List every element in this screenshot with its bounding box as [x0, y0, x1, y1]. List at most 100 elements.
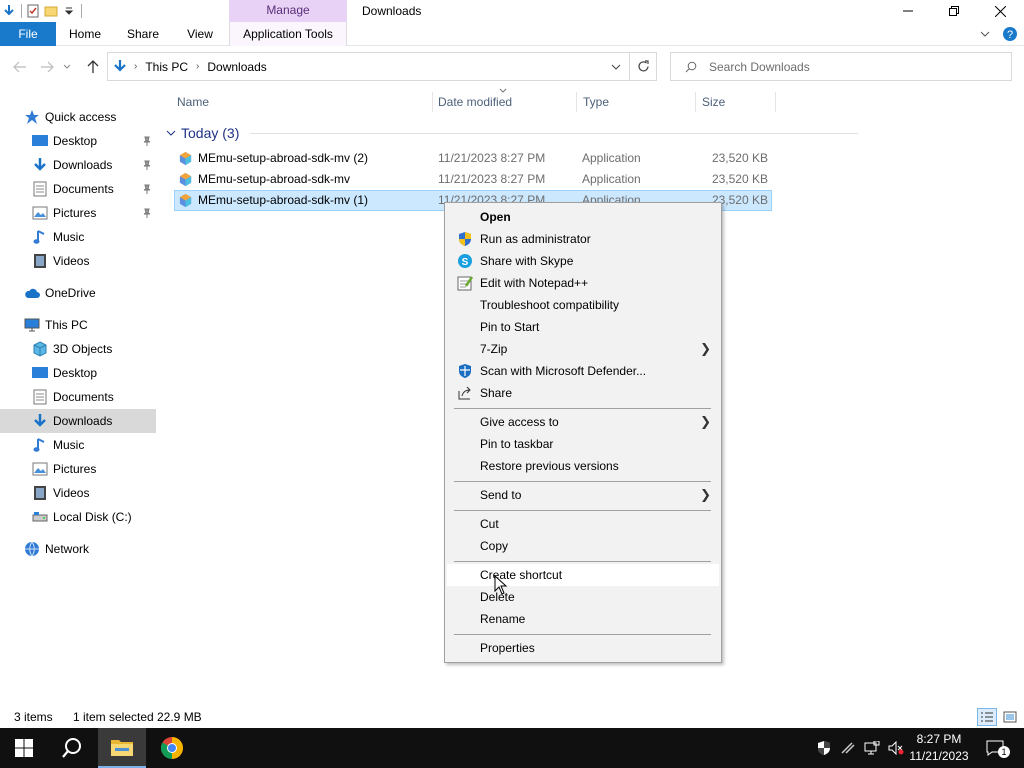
- breadcrumb-this-pc[interactable]: This PC: [145, 60, 188, 74]
- collapse-chevron-icon[interactable]: [166, 129, 176, 137]
- tray-security-icon[interactable]: [813, 728, 835, 768]
- close-button[interactable]: [977, 0, 1023, 22]
- menu-pin-to-start[interactable]: Pin to Start: [447, 316, 719, 338]
- memu-app-icon: [179, 172, 192, 187]
- column-header-name[interactable]: Name: [177, 90, 209, 114]
- breadcrumb-chevron-icon[interactable]: ›: [134, 61, 137, 72]
- nav-3d-objects[interactable]: 3D Objects: [0, 337, 156, 361]
- back-arrow-icon: [13, 61, 26, 73]
- properties-qat-icon[interactable]: [24, 0, 42, 22]
- shield-icon: [818, 741, 830, 755]
- menu-cut[interactable]: Cut: [447, 513, 719, 535]
- expand-ribbon-icon[interactable]: [980, 29, 990, 39]
- breadcrumb-downloads[interactable]: Downloads: [207, 60, 266, 74]
- nav-quick-downloads[interactable]: Downloads: [0, 153, 156, 177]
- nav-label: Desktop: [53, 134, 98, 148]
- tab-share[interactable]: Share: [114, 22, 172, 46]
- tab-home[interactable]: Home: [56, 22, 114, 46]
- column-divider[interactable]: [775, 92, 776, 112]
- details-view-button[interactable]: [977, 708, 997, 726]
- menu-send-to[interactable]: Send to ❯: [447, 484, 719, 506]
- menu-run-as-administrator[interactable]: Run as administrator: [447, 228, 719, 250]
- breadcrumb-chevron-icon[interactable]: ›: [196, 61, 199, 72]
- column-header-size[interactable]: Size: [702, 90, 725, 114]
- nav-quick-documents[interactable]: Documents: [0, 177, 156, 201]
- menu-share[interactable]: Share: [447, 382, 719, 404]
- address-history-chevron-icon[interactable]: [611, 63, 621, 71]
- nav-quick-music[interactable]: Music: [0, 225, 156, 249]
- nav-pc-downloads[interactable]: Downloads: [0, 409, 156, 433]
- forward-button[interactable]: [36, 56, 58, 78]
- refresh-button[interactable]: [630, 52, 657, 81]
- nav-quick-access[interactable]: Quick access: [0, 105, 156, 129]
- nav-this-pc[interactable]: This PC: [0, 313, 156, 337]
- up-button[interactable]: [82, 56, 104, 78]
- qat-dropdown-icon[interactable]: [60, 0, 78, 22]
- group-header-today[interactable]: Today (3): [166, 122, 858, 144]
- search-input[interactable]: Search Downloads: [709, 60, 810, 74]
- file-row[interactable]: MEmu-setup-abroad-sdk-mv 11/21/2023 8:27…: [174, 169, 772, 190]
- address-bar[interactable]: › This PC › Downloads: [107, 52, 630, 81]
- back-button[interactable]: [9, 56, 31, 78]
- taskbar-file-explorer[interactable]: [98, 728, 146, 768]
- start-button[interactable]: [0, 728, 48, 768]
- menu-copy[interactable]: Copy: [447, 535, 719, 557]
- nav-quick-videos[interactable]: Videos: [0, 249, 156, 273]
- nav-pc-pictures[interactable]: Pictures: [0, 457, 156, 481]
- menu-rename[interactable]: Rename: [447, 608, 719, 630]
- nav-quick-desktop[interactable]: Desktop: [0, 129, 156, 153]
- column-divider[interactable]: [695, 92, 696, 112]
- minimize-button[interactable]: [885, 0, 931, 22]
- desktop-icon: [32, 365, 48, 381]
- help-icon[interactable]: ?: [1002, 26, 1018, 42]
- nav-local-disk[interactable]: Local Disk (C:): [0, 505, 156, 529]
- nav-network[interactable]: Network: [0, 537, 156, 561]
- nav-pc-music[interactable]: Music: [0, 433, 156, 457]
- tray-network-icon[interactable]: [861, 728, 883, 768]
- menu-pin-to-taskbar[interactable]: Pin to taskbar: [447, 433, 719, 455]
- disk-icon: [32, 509, 48, 525]
- menu-scan-with-defender[interactable]: Scan with Microsoft Defender...: [447, 360, 719, 382]
- menu-give-access-to[interactable]: Give access to ❯: [447, 411, 719, 433]
- menu-delete[interactable]: Delete: [447, 586, 719, 608]
- tab-view[interactable]: View: [172, 22, 228, 46]
- column-header-date[interactable]: Date modified: [438, 90, 512, 114]
- menu-label: Share with Skype: [480, 254, 574, 268]
- tab-application-tools[interactable]: Application Tools: [229, 22, 347, 46]
- restore-button[interactable]: [931, 0, 977, 22]
- file-row[interactable]: MEmu-setup-abroad-sdk-mv (2) 11/21/2023 …: [174, 148, 772, 169]
- menu-properties[interactable]: Properties: [447, 637, 719, 659]
- nav-pc-desktop[interactable]: Desktop: [0, 361, 156, 385]
- menu-restore-previous-versions[interactable]: Restore previous versions: [447, 455, 719, 477]
- nav-pc-documents[interactable]: Documents: [0, 385, 156, 409]
- taskbar-clock[interactable]: 8:27 PM 11/21/2023: [904, 731, 974, 765]
- nav-quick-pictures[interactable]: Pictures: [0, 201, 156, 225]
- nav-onedrive[interactable]: OneDrive: [0, 281, 156, 305]
- menu-edit-with-notepadpp[interactable]: Edit with Notepad++: [447, 272, 719, 294]
- pin-icon: [142, 207, 152, 221]
- menu-open[interactable]: Open: [447, 206, 719, 228]
- column-divider[interactable]: [432, 92, 433, 112]
- forward-arrow-icon: [41, 61, 54, 73]
- large-icons-view-button[interactable]: [1000, 708, 1020, 726]
- menu-7zip[interactable]: 7-Zip ❯: [447, 338, 719, 360]
- nav-label: Documents: [53, 390, 114, 404]
- file-type: Application: [582, 151, 641, 165]
- menu-troubleshoot-compatibility[interactable]: Troubleshoot compatibility: [447, 294, 719, 316]
- new-folder-qat-icon[interactable]: [42, 0, 60, 22]
- nav-pc-videos[interactable]: Videos: [0, 481, 156, 505]
- menu-share-with-skype[interactable]: S Share with Skype: [447, 250, 719, 272]
- tray-usb-icon[interactable]: [837, 728, 859, 768]
- column-divider[interactable]: [576, 92, 577, 112]
- column-header-type[interactable]: Type: [583, 90, 609, 114]
- taskbar-chrome[interactable]: [148, 728, 196, 768]
- document-icon: [32, 389, 48, 405]
- action-center-button[interactable]: 1: [980, 728, 1010, 768]
- search-box[interactable]: Search Downloads: [670, 52, 1012, 81]
- taskbar-search-button[interactable]: [48, 728, 96, 768]
- menu-create-shortcut[interactable]: Create shortcut: [447, 564, 719, 586]
- tab-file[interactable]: File: [0, 22, 56, 46]
- recent-locations-button[interactable]: [61, 56, 73, 78]
- defender-icon: [459, 364, 471, 378]
- manage-tab[interactable]: Manage: [229, 0, 347, 22]
